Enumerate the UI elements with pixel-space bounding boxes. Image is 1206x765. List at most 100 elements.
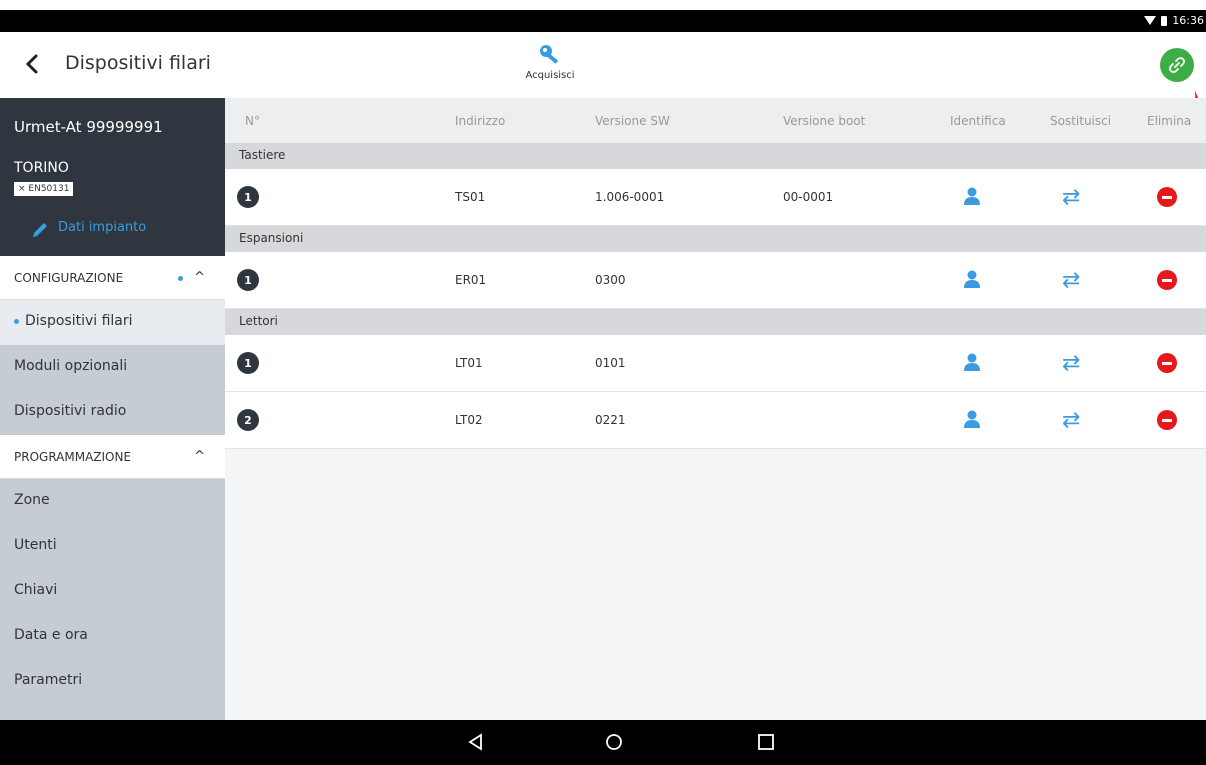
app-bar: Dispositivi filari Acquisisci [0,32,1206,132]
home-circle-icon[interactable] [604,732,624,752]
group-label: Lettori [225,309,1206,335]
sidebar-item-zone[interactable]: Zone [0,479,225,524]
account-name: Urmet-At 99999991 [14,118,163,136]
table-row: 2 LT02 0221 ⇄ [225,392,1206,449]
sidebar-item-dispositivi-radio[interactable]: Dispositivi radio [0,390,225,435]
group-label: Tastiere [225,143,1206,169]
sidebar-item-label: Dispositivi radio [14,403,127,419]
cell-sw-version: 0300 [595,273,626,287]
cell-address: LT01 [455,356,483,370]
devices-table: N° Indirizzo Versione SW Versione boot I… [225,98,1206,720]
android-nav-bar [0,720,1206,765]
number-badge: 1 [237,269,259,291]
cell-identify [950,409,1050,432]
cell-address: TS01 [455,190,486,204]
section-configurazione-label: CONFIGURAZIONE [14,271,124,285]
sidebar: Urmet-At 99999991 TORINO × EN50131 Dati … [0,98,225,720]
person-icon[interactable] [962,186,982,209]
wifi-icon [1144,16,1157,25]
table-body: Tastiere 1 TS01 1.006-0001 00-0001 ⇄ Espansion… [225,143,1206,449]
header-no: N° [245,113,260,128]
number-badge: 1 [237,186,259,208]
minus-circle-icon[interactable] [1157,270,1177,290]
sidebar-item-parametri[interactable]: Parametri [0,659,225,704]
table-row: 1 TS01 1.006-0001 00-0001 ⇄ [225,169,1206,226]
dati-impianto-link[interactable]: Dati impianto [0,208,225,256]
cell-no: 2 [225,409,455,431]
cell-delete [1147,353,1206,373]
header-identify: Identifica [950,113,1006,128]
city-name: TORINO [14,160,69,176]
cell-address: LT02 [455,413,483,427]
active-dot-icon [178,276,183,281]
page-title: Dispositivi filari [65,52,211,74]
battery-icon [1161,15,1168,26]
cell-replace: ⇄ [1050,185,1147,210]
number-badge: 2 [237,409,259,431]
group-label: Espansioni [225,226,1206,252]
cell-sw-version: 0101 [595,356,626,370]
sidebar-item-moduli-opzionali[interactable]: Moduli opzionali [0,345,225,390]
cell-no: 1 [225,186,455,208]
cell-sw-version: 0221 [595,413,626,427]
link-button[interactable] [1160,48,1194,82]
chevron-up-icon: ^ [194,270,205,285]
link-icon [1169,57,1185,73]
status-time: 16:36 [1172,14,1204,27]
cell-address: ER01 [455,273,487,287]
sidebar-item-utenti[interactable]: Utenti [0,524,225,569]
acquire-button[interactable]: Acquisisci [520,42,580,81]
status-icons: 16:36 [1144,14,1204,27]
cell-sw-version: 1.006-0001 [595,190,665,204]
person-icon[interactable] [962,352,982,375]
cell-boot-version: 00-0001 [783,190,834,204]
section-programmazione[interactable]: PROGRAMMAZIONE ^ [0,435,225,479]
cell-replace: ⇄ [1050,351,1147,376]
chevron-up-icon: ^ [194,449,205,464]
city-block: TORINO × EN50131 [0,156,225,208]
status-bar: 16:36 [0,0,1206,32]
swap-arrows-icon[interactable]: ⇄ [1062,408,1080,433]
cell-no: 1 [225,269,455,291]
sidebar-item-label: Parametri [14,672,83,688]
cell-replace: ⇄ [1050,268,1147,293]
table-header: N° Indirizzo Versione SW Versione boot I… [225,98,1206,143]
sidebar-item-chiavi[interactable]: Chiavi [0,569,225,614]
sidebar-header: Urmet-At 99999991 TORINO × EN50131 Dati … [0,98,225,256]
table-row: 1 ER01 0300 ⇄ [225,252,1206,309]
sidebar-item-dispositivi-filari[interactable]: Dispositivi filari [0,300,225,345]
sidebar-item-label: Data e ora [14,627,88,643]
number-badge: 1 [237,352,259,374]
swap-arrows-icon[interactable]: ⇄ [1062,351,1080,376]
back-button[interactable] [20,52,44,76]
sidebar-item-label: Utenti [14,537,57,553]
cell-identify [950,269,1050,292]
sidebar-item-data-e-ora[interactable]: Data e ora [0,614,225,659]
acquire-label: Acquisisci [525,70,575,81]
minus-circle-icon[interactable] [1157,410,1177,430]
header-replace: Sostituisci [1050,113,1112,128]
person-icon[interactable] [962,409,982,432]
section-configurazione[interactable]: CONFIGURAZIONE ^ [0,256,225,300]
standard-badge: × EN50131 [14,182,74,196]
person-icon[interactable] [962,269,982,292]
pencil-icon [33,223,47,237]
sidebar-item-label: Chiavi [14,582,58,598]
recents-square-icon[interactable] [756,732,776,752]
chevron-left-icon [25,54,38,74]
key-icon [540,45,559,64]
sidebar-item-label: Moduli opzionali [14,358,128,374]
header-sw: Versione SW [595,113,670,128]
minus-circle-icon[interactable] [1157,187,1177,207]
sidebar-item-label: Dispositivi filari [25,313,133,329]
back-triangle-icon[interactable] [466,732,486,752]
swap-arrows-icon[interactable]: ⇄ [1062,268,1080,293]
minus-circle-icon[interactable] [1157,353,1177,373]
header-address: Indirizzo [455,113,506,128]
cell-delete [1147,410,1206,430]
header-delete: Elimina [1147,113,1192,128]
swap-arrows-icon[interactable]: ⇄ [1062,185,1080,210]
cell-delete [1147,270,1206,290]
bullet-icon [14,318,19,324]
sidebar-item-label: Zone [14,492,50,508]
